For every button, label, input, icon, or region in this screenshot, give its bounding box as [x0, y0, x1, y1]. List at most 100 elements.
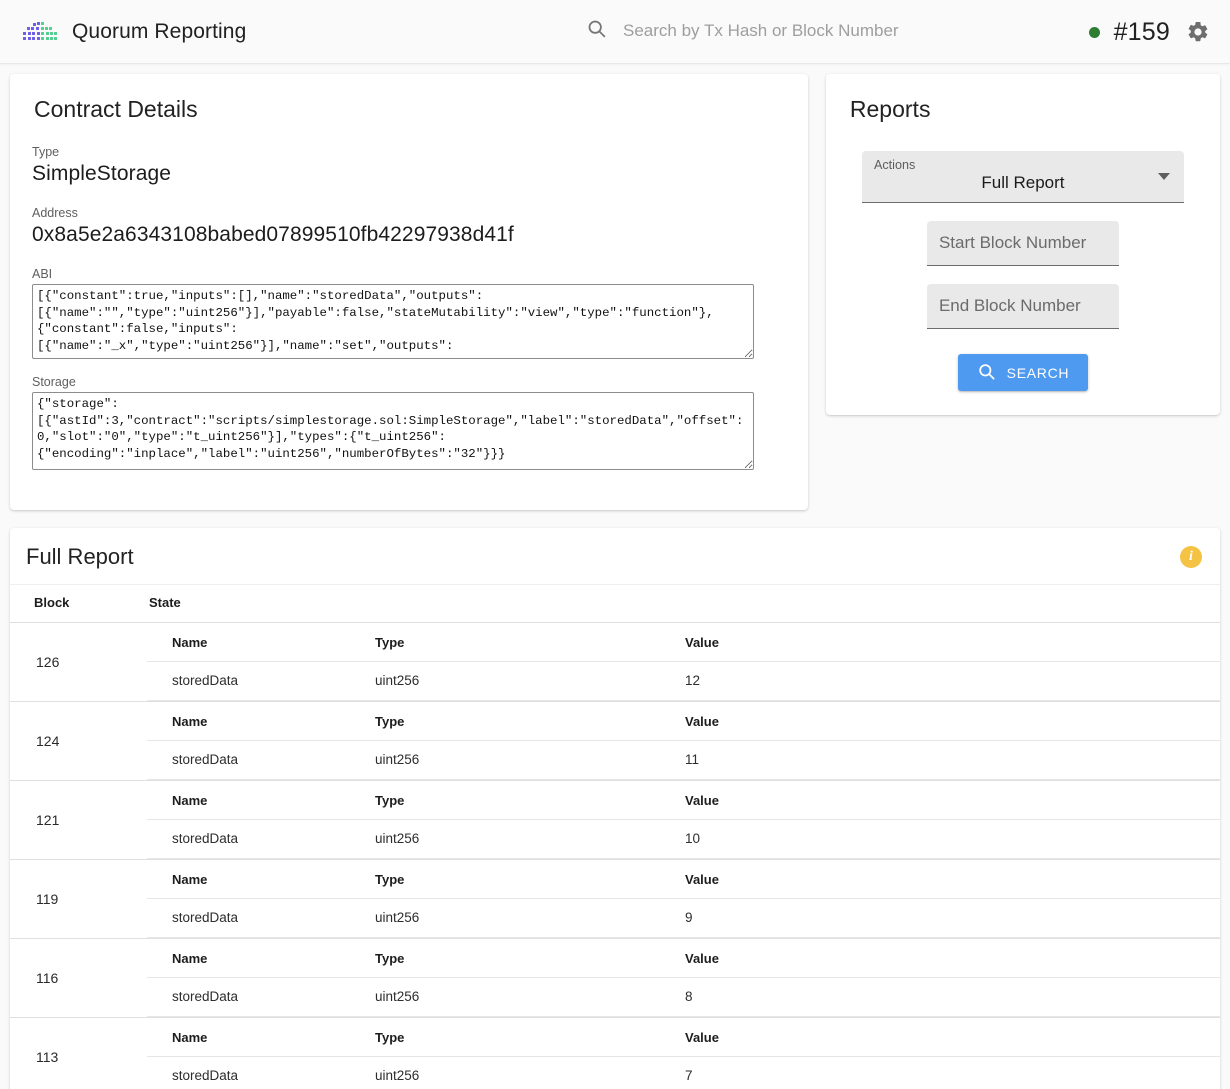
- state-header-row: NameTypeValue: [147, 781, 1220, 820]
- state-column-header-name: Name: [147, 939, 375, 978]
- state-cell: NameTypeValuestoredDatauint2569: [147, 860, 1220, 939]
- block-number-cell: 113: [10, 1018, 147, 1089]
- gear-icon[interactable]: [1184, 18, 1212, 46]
- state-name-cell: storedData: [147, 741, 375, 780]
- search-icon: [977, 362, 996, 384]
- state-column-header-value: Value: [685, 702, 1220, 741]
- state-cell: NameTypeValuestoredDatauint25611: [147, 702, 1220, 781]
- state-column-header-type: Type: [375, 702, 685, 741]
- state-column-header-name: Name: [147, 860, 375, 899]
- address-label: Address: [32, 206, 786, 220]
- connection-status-dot: [1089, 27, 1100, 38]
- state-table: NameTypeValuestoredDatauint25612: [147, 623, 1220, 701]
- state-table: NameTypeValuestoredDatauint2569: [147, 860, 1220, 938]
- state-column-header-type: Type: [375, 781, 685, 820]
- block-number-cell: 116: [10, 939, 147, 1018]
- state-column-header-name: Name: [147, 781, 375, 820]
- full-report-header: Full Report i: [10, 528, 1220, 584]
- state-header-row: NameTypeValue: [147, 1018, 1220, 1057]
- search-button[interactable]: SEARCH: [958, 354, 1089, 391]
- actions-select-value: Full Report: [862, 173, 1184, 193]
- abi-label: ABI: [32, 267, 786, 281]
- state-name-cell: storedData: [147, 820, 375, 859]
- state-table: NameTypeValuestoredDatauint2567: [147, 1018, 1220, 1089]
- block-number-cell: 121: [10, 781, 147, 860]
- state-value-cell: 12: [685, 662, 1220, 701]
- table-row: 124NameTypeValuestoredDatauint25611: [10, 702, 1220, 781]
- state-row: storedDatauint25610: [147, 820, 1220, 859]
- storage-textarea[interactable]: [32, 392, 754, 470]
- top-row: Contract Details Type SimpleStorage Addr…: [0, 64, 1230, 510]
- start-block-input[interactable]: [927, 221, 1119, 266]
- state-column-header-type: Type: [375, 939, 685, 978]
- page-content: Contract Details Type SimpleStorage Addr…: [0, 64, 1230, 1089]
- full-report-card: Full Report i Block State 126NameTypeVal…: [10, 528, 1220, 1089]
- state-column-header-name: Name: [147, 623, 375, 662]
- search-input[interactable]: [621, 20, 1006, 42]
- reports-form: Actions Full Report SEARCH: [848, 145, 1198, 391]
- chevron-down-icon: [1158, 173, 1170, 180]
- state-header-row: NameTypeValue: [147, 939, 1220, 978]
- end-block-input[interactable]: [927, 284, 1119, 329]
- state-column-header-value: Value: [685, 781, 1220, 820]
- state-row: storedDatauint2567: [147, 1057, 1220, 1089]
- state-value-cell: 8: [685, 978, 1220, 1017]
- table-row: 121NameTypeValuestoredDatauint25610: [10, 781, 1220, 860]
- app-header: Quorum Reporting #159: [0, 0, 1230, 64]
- state-value-cell: 10: [685, 820, 1220, 859]
- state-type-cell: uint256: [375, 820, 685, 859]
- address-value: 0x8a5e2a6343108babed07899510fb42297938d4…: [32, 223, 786, 247]
- state-table: NameTypeValuestoredDatauint2568: [147, 939, 1220, 1017]
- state-name-cell: storedData: [147, 662, 375, 701]
- full-report-table: Block State 126NameTypeValuestoredDataui…: [10, 584, 1220, 1089]
- state-column-header-name: Name: [147, 1018, 375, 1057]
- header-right-group: #159: [1089, 0, 1212, 64]
- table-row: 119NameTypeValuestoredDatauint2569: [10, 860, 1220, 939]
- state-header-row: NameTypeValue: [147, 702, 1220, 741]
- state-value-cell: 11: [685, 741, 1220, 780]
- state-type-cell: uint256: [375, 662, 685, 701]
- state-type-cell: uint256: [375, 899, 685, 938]
- type-value: SimpleStorage: [32, 162, 786, 186]
- state-row: storedDatauint2569: [147, 899, 1220, 938]
- state-row: storedDatauint2568: [147, 978, 1220, 1017]
- info-icon[interactable]: i: [1180, 546, 1202, 568]
- state-cell: NameTypeValuestoredDatauint2568: [147, 939, 1220, 1018]
- state-row: storedDatauint25612: [147, 662, 1220, 701]
- state-type-cell: uint256: [375, 978, 685, 1017]
- block-number-cell: 124: [10, 702, 147, 781]
- table-row: 113NameTypeValuestoredDatauint2567: [10, 1018, 1220, 1089]
- state-column-header-value: Value: [685, 860, 1220, 899]
- brand: Quorum Reporting: [0, 18, 246, 46]
- contract-details-card: Contract Details Type SimpleStorage Addr…: [10, 74, 808, 510]
- table-header: Block State: [10, 585, 1220, 623]
- block-number-cell: 119: [10, 860, 147, 939]
- column-header-block: Block: [10, 585, 147, 623]
- current-block-number: #159: [1114, 18, 1170, 47]
- search-button-label: SEARCH: [1007, 365, 1070, 381]
- state-header-row: NameTypeValue: [147, 623, 1220, 662]
- table-header-row: Block State: [10, 585, 1220, 623]
- table-row: 126NameTypeValuestoredDatauint25612: [10, 623, 1220, 702]
- state-header-row: NameTypeValue: [147, 860, 1220, 899]
- state-value-cell: 7: [685, 1057, 1220, 1089]
- abi-textarea[interactable]: [32, 284, 754, 359]
- state-column-header-value: Value: [685, 623, 1220, 662]
- reports-title: Reports: [850, 96, 1198, 123]
- state-name-cell: storedData: [147, 899, 375, 938]
- table-body: 126NameTypeValuestoredDatauint25612124Na…: [10, 623, 1220, 1089]
- state-column-header-type: Type: [375, 623, 685, 662]
- block-number-cell: 126: [10, 623, 147, 702]
- actions-select-label: Actions: [874, 158, 915, 172]
- state-name-cell: storedData: [147, 978, 375, 1017]
- state-column-header-type: Type: [375, 860, 685, 899]
- state-cell: NameTypeValuestoredDatauint25612: [147, 623, 1220, 702]
- actions-select[interactable]: Actions Full Report: [862, 151, 1184, 203]
- state-type-cell: uint256: [375, 741, 685, 780]
- state-column-header-value: Value: [685, 939, 1220, 978]
- global-search[interactable]: [586, 18, 1006, 44]
- app-title: Quorum Reporting: [72, 20, 246, 44]
- state-table: NameTypeValuestoredDatauint25611: [147, 702, 1220, 780]
- page-title: Contract Details: [34, 96, 786, 123]
- state-name-cell: storedData: [147, 1057, 375, 1089]
